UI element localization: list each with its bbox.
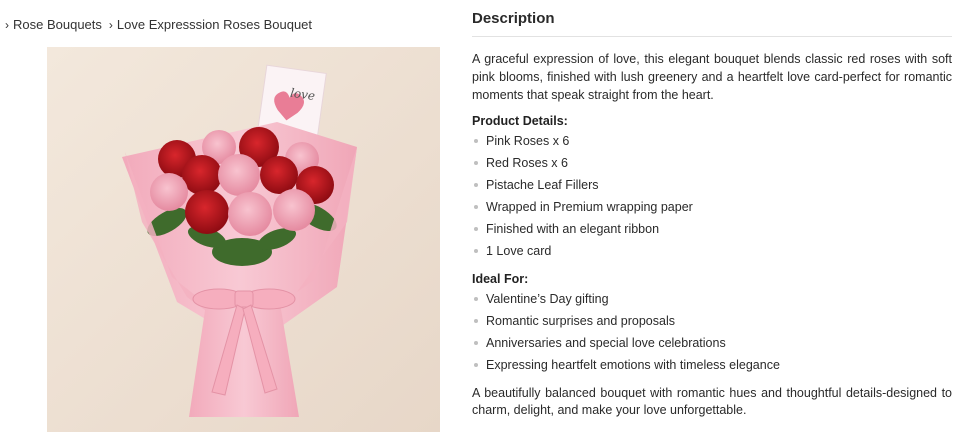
- list-item-text: Red Roses x 6: [486, 156, 568, 170]
- bullet-icon: [474, 227, 478, 231]
- list-item-text: Pink Roses x 6: [486, 134, 570, 148]
- list-item: Pink Roses x 6: [472, 130, 952, 152]
- ideal-for-list: Valentine’s Day gifting Romantic surpris…: [472, 288, 952, 376]
- ideal-for-heading: Ideal For:: [472, 272, 529, 286]
- bullet-icon: [474, 297, 478, 301]
- bullet-icon: [474, 183, 478, 187]
- breadcrumb: › Rose Bouquets › Love Expresssion Roses…: [5, 17, 319, 32]
- list-item: Wrapped in Premium wrapping paper: [472, 196, 952, 218]
- bullet-icon: [474, 205, 478, 209]
- breadcrumb-label: Rose Bouquets: [13, 17, 102, 32]
- description-intro: A graceful expression of love, this eleg…: [472, 52, 952, 102]
- bullet-icon: [474, 161, 478, 165]
- list-item-text: Finished with an elegant ribbon: [486, 222, 660, 236]
- list-item: Pistache Leaf Fillers: [472, 174, 952, 196]
- bullet-icon: [474, 319, 478, 323]
- list-item: Finished with an elegant ribbon: [472, 218, 952, 240]
- breadcrumb-item-current[interactable]: › Love Expresssion Roses Bouquet: [109, 17, 312, 32]
- chevron-right-icon: ›: [5, 17, 9, 32]
- description-panel: Description A graceful expression of lov…: [472, 0, 952, 419]
- list-item: Valentine’s Day gifting: [472, 288, 952, 310]
- list-item: Anniversaries and special love celebrati…: [472, 332, 952, 354]
- list-item: Expressing heartfelt emotions with timel…: [472, 354, 952, 376]
- bullet-icon: [474, 341, 478, 345]
- bullet-icon: [474, 249, 478, 253]
- list-item-text: Expressing heartfelt emotions with timel…: [486, 358, 780, 372]
- breadcrumb-label: Love Expresssion Roses Bouquet: [116, 17, 313, 32]
- list-item: Red Roses x 6: [472, 152, 952, 174]
- bullet-icon: [474, 139, 478, 143]
- chevron-right-icon: ›: [108, 17, 113, 32]
- list-item-text: 1 Love card: [486, 244, 552, 258]
- bullet-icon: [474, 363, 478, 367]
- breadcrumb-item-rose-bouquets[interactable]: › Rose Bouquets: [5, 17, 102, 32]
- divider: [472, 36, 952, 37]
- list-item-text: Valentine’s Day gifting: [486, 292, 609, 306]
- list-item: 1 Love card: [472, 240, 952, 262]
- list-item-text: Romantic surprises and proposals: [486, 314, 675, 328]
- product-image[interactable]: love: [47, 47, 440, 432]
- list-item-text: Anniversaries and special love celebrati…: [486, 336, 726, 350]
- description-outro: A beautifully balanced bouquet with roma…: [472, 386, 952, 417]
- list-item: Romantic surprises and proposals: [472, 310, 952, 332]
- list-item-text: Pistache Leaf Fillers: [486, 178, 599, 192]
- product-details-heading: Product Details:: [472, 114, 568, 128]
- list-item-text: Wrapped in Premium wrapping paper: [486, 200, 693, 214]
- description-title: Description: [472, 10, 555, 27]
- product-details-list: Pink Roses x 6 Red Roses x 6 Pistache Le…: [472, 130, 952, 262]
